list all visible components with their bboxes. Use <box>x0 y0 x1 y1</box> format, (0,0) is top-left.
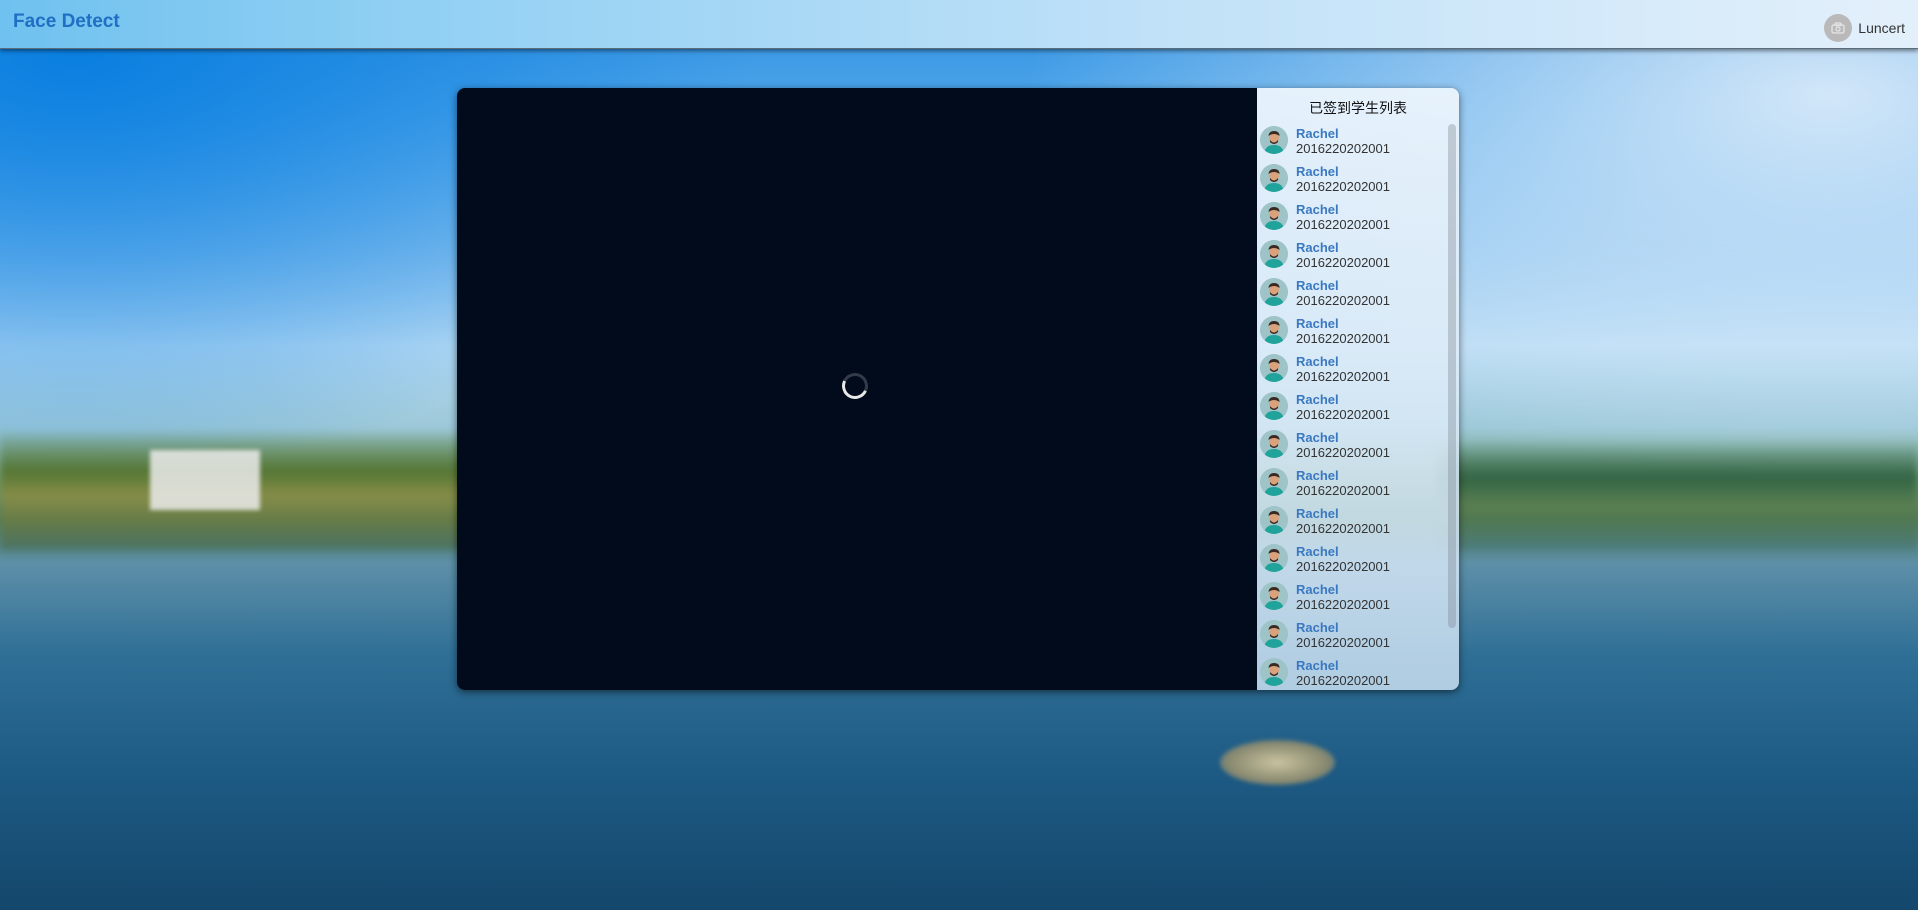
student-list-item[interactable]: Rachel 2016220202001 <box>1257 430 1459 468</box>
student-list-item[interactable]: Rachel 2016220202001 <box>1257 506 1459 544</box>
student-avatar-icon <box>1260 430 1288 458</box>
student-name: Rachel <box>1296 658 1339 673</box>
loading-spinner-icon <box>838 369 872 403</box>
student-id: 2016220202001 <box>1296 597 1390 612</box>
student-info: Rachel 2016220202001 <box>1296 202 1390 232</box>
student-info: Rachel 2016220202001 <box>1296 240 1390 270</box>
student-name: Rachel <box>1296 354 1339 369</box>
student-id: 2016220202001 <box>1296 445 1390 460</box>
student-name: Rachel <box>1296 164 1339 179</box>
student-info: Rachel 2016220202001 <box>1296 126 1390 156</box>
list-title: 已签到学生列表 <box>1309 101 1407 117</box>
student-name: Rachel <box>1296 582 1339 597</box>
student-info: Rachel 2016220202001 <box>1296 430 1390 460</box>
student-id: 2016220202001 <box>1296 673 1390 688</box>
student-list-item[interactable]: Rachel 2016220202001 <box>1257 164 1459 202</box>
student-info: Rachel 2016220202001 <box>1296 544 1390 574</box>
student-id: 2016220202001 <box>1296 331 1390 346</box>
student-avatar-icon <box>1260 316 1288 344</box>
student-list-item[interactable]: Rachel 2016220202001 <box>1257 354 1459 392</box>
user-name: Luncert <box>1858 20 1905 36</box>
student-id: 2016220202001 <box>1296 521 1390 536</box>
student-info: Rachel 2016220202001 <box>1296 582 1390 612</box>
student-avatar-icon <box>1260 202 1288 230</box>
background-trees-right <box>1438 440 1918 550</box>
student-list[interactable]: Rachel 2016220202001 Rachel 2016220202001 Ra… <box>1257 126 1459 690</box>
student-id: 2016220202001 <box>1296 217 1390 232</box>
student-avatar-icon <box>1260 544 1288 572</box>
camera-video-area <box>457 88 1257 690</box>
user-avatar-icon <box>1824 14 1853 42</box>
student-info: Rachel 2016220202001 <box>1296 316 1390 346</box>
student-name: Rachel <box>1296 126 1339 141</box>
top-navbar: Face Detect Luncert <box>0 0 1918 49</box>
student-list-item[interactable]: Rachel 2016220202001 <box>1257 544 1459 582</box>
student-name: Rachel <box>1296 316 1339 331</box>
student-avatar-icon <box>1260 240 1288 268</box>
student-list-item[interactable]: Rachel 2016220202001 <box>1257 582 1459 620</box>
attendance-card: 已签到学生列表 Rachel 2016220202001 Rachel 2016220… <box>457 88 1459 690</box>
student-info: Rachel 2016220202001 <box>1296 506 1390 536</box>
student-avatar-icon <box>1260 468 1288 496</box>
student-list-item[interactable]: Rachel 2016220202001 <box>1257 392 1459 430</box>
student-id: 2016220202001 <box>1296 559 1390 574</box>
background-building <box>150 450 260 510</box>
user-menu[interactable]: Luncert <box>1824 14 1905 42</box>
student-avatar-icon <box>1260 278 1288 306</box>
student-avatar-icon <box>1260 620 1288 648</box>
student-avatar-icon <box>1260 354 1288 382</box>
student-list-item[interactable]: Rachel 2016220202001 <box>1257 620 1459 658</box>
student-avatar-icon <box>1260 506 1288 534</box>
signed-in-student-list-panel: 已签到学生列表 Rachel 2016220202001 Rachel 2016220… <box>1257 88 1459 690</box>
student-id: 2016220202001 <box>1296 483 1390 498</box>
student-info: Rachel 2016220202001 <box>1296 658 1390 688</box>
student-name: Rachel <box>1296 430 1339 445</box>
student-id: 2016220202001 <box>1296 293 1390 308</box>
student-name: Rachel <box>1296 202 1339 217</box>
student-id: 2016220202001 <box>1296 141 1390 156</box>
student-info: Rachel 2016220202001 <box>1296 354 1390 384</box>
student-list-item[interactable]: Rachel 2016220202001 <box>1257 468 1459 506</box>
list-scrollbar[interactable] <box>1448 124 1456 628</box>
student-id: 2016220202001 <box>1296 179 1390 194</box>
student-list-item[interactable]: Rachel 2016220202001 <box>1257 202 1459 240</box>
student-id: 2016220202001 <box>1296 635 1390 650</box>
student-name: Rachel <box>1296 544 1339 559</box>
student-list-item[interactable]: Rachel 2016220202001 <box>1257 240 1459 278</box>
student-avatar-icon <box>1260 126 1288 154</box>
student-avatar-icon <box>1260 658 1288 686</box>
background-rock <box>1220 740 1335 785</box>
student-name: Rachel <box>1296 278 1339 293</box>
student-list-item[interactable]: Rachel 2016220202001 <box>1257 316 1459 354</box>
student-name: Rachel <box>1296 506 1339 521</box>
student-name: Rachel <box>1296 240 1339 255</box>
student-info: Rachel 2016220202001 <box>1296 468 1390 498</box>
student-info: Rachel 2016220202001 <box>1296 164 1390 194</box>
brand-link[interactable]: Face Detect <box>13 11 120 33</box>
student-avatar-icon <box>1260 392 1288 420</box>
student-info: Rachel 2016220202001 <box>1296 278 1390 308</box>
student-info: Rachel 2016220202001 <box>1296 392 1390 422</box>
student-name: Rachel <box>1296 392 1339 407</box>
student-name: Rachel <box>1296 468 1339 483</box>
student-id: 2016220202001 <box>1296 255 1390 270</box>
student-list-item[interactable]: Rachel 2016220202001 <box>1257 126 1459 164</box>
student-avatar-icon <box>1260 582 1288 610</box>
student-avatar-icon <box>1260 164 1288 192</box>
student-list-item[interactable]: Rachel 2016220202001 <box>1257 278 1459 316</box>
student-id: 2016220202001 <box>1296 407 1390 422</box>
student-id: 2016220202001 <box>1296 369 1390 384</box>
student-name: Rachel <box>1296 620 1339 635</box>
student-info: Rachel 2016220202001 <box>1296 620 1390 650</box>
student-list-item[interactable]: Rachel 2016220202001 <box>1257 658 1459 690</box>
